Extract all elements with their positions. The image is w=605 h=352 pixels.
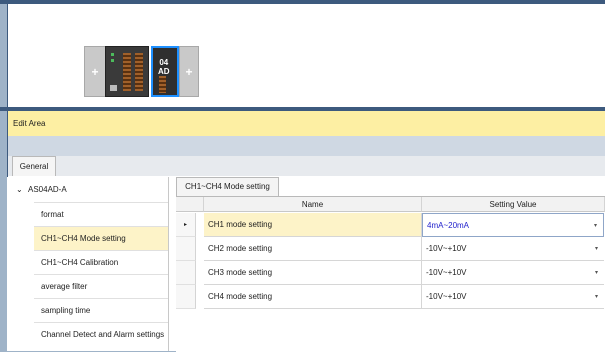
setting-value-select[interactable]: -10V~+10V ▾ (422, 237, 604, 261)
row-header (176, 261, 196, 285)
dropdown-arrow-icon[interactable]: ▾ (594, 214, 597, 238)
setting-value: -10V~+10V (426, 268, 467, 277)
row-name: CH3 mode setting (204, 261, 422, 285)
row-name: CH2 mode setting (204, 237, 422, 261)
setting-value-select[interactable]: -10V~+10V ▾ (422, 261, 604, 285)
edit-area-title: Edit Area (7, 111, 605, 136)
cpu-module[interactable] (105, 46, 149, 97)
setting-value: -10V~+10V (426, 244, 467, 253)
as04ad-module[interactable]: 04 AD (151, 46, 179, 97)
setting-value: -10V~+10V (426, 292, 467, 301)
setting-value-select[interactable]: -10V~+10V ▾ (422, 285, 604, 309)
tree-root-label: AS04AD-A (28, 185, 67, 194)
table-row[interactable]: CH3 mode setting -10V~+10V ▾ (176, 261, 605, 285)
terminal-connector (159, 76, 166, 93)
collapse-icon[interactable]: ⌄ (16, 177, 23, 202)
toolbar-strip (7, 136, 605, 156)
settings-grid: Name Setting Value ▸ CH1 mode setting 4m… (176, 196, 605, 352)
settings-tree: ⌄ AS04AD-A format CH1~CH4 Mode setting C… (7, 177, 169, 351)
setting-value: 4mA~20mA (427, 221, 470, 230)
add-left-slot[interactable]: + (84, 46, 106, 97)
tree-item-detect-alarm[interactable]: Channel Detect and Alarm settings (34, 322, 168, 346)
tree-item-sampling-time[interactable]: sampling time (34, 298, 168, 322)
tab-mode-setting[interactable]: CH1~CH4 Mode setting (176, 177, 279, 196)
add-right-slot[interactable]: + (179, 46, 199, 97)
plus-icon: + (185, 64, 193, 79)
tree-root[interactable]: ⌄ AS04AD-A (7, 177, 168, 202)
row-name: CH4 mode setting (204, 285, 422, 309)
terminal-connector (135, 53, 143, 91)
module-label: 04 AD (158, 58, 170, 76)
tree-item-format[interactable]: format (34, 202, 168, 226)
dropdown-arrow-icon[interactable]: ▾ (595, 261, 598, 285)
row-header (176, 237, 196, 261)
dropdown-arrow-icon[interactable]: ▾ (595, 237, 598, 261)
table-row[interactable]: CH4 mode setting -10V~+10V ▾ (176, 285, 605, 309)
tabs-row (7, 156, 605, 176)
dropdown-arrow-icon[interactable]: ▾ (595, 285, 598, 309)
row-name: CH1 mode setting (204, 213, 422, 237)
terminal-connector (123, 53, 131, 91)
table-row[interactable]: ▸ CH1 mode setting 4mA~20mA ▾ (176, 213, 605, 237)
tree-item-average-filter[interactable]: average filter (34, 274, 168, 298)
column-header-name[interactable]: Name (204, 197, 422, 212)
tab-general[interactable]: General (12, 156, 56, 177)
tree-item-mode-setting[interactable]: CH1~CH4 Mode setting (34, 226, 168, 250)
setting-value-select[interactable]: 4mA~20mA ▾ (422, 213, 604, 237)
column-header-setting-value[interactable]: Setting Value (422, 197, 605, 212)
grid-corner-header (176, 197, 204, 212)
plus-icon: + (91, 64, 99, 79)
port (110, 85, 117, 91)
table-row[interactable]: CH2 mode setting -10V~+10V ▾ (176, 237, 605, 261)
status-led (111, 59, 114, 62)
tree-item-calibration[interactable]: CH1~CH4 Calibration (34, 250, 168, 274)
row-indicator-icon: ▸ (176, 213, 196, 237)
status-led (111, 53, 114, 56)
row-header (176, 285, 196, 309)
